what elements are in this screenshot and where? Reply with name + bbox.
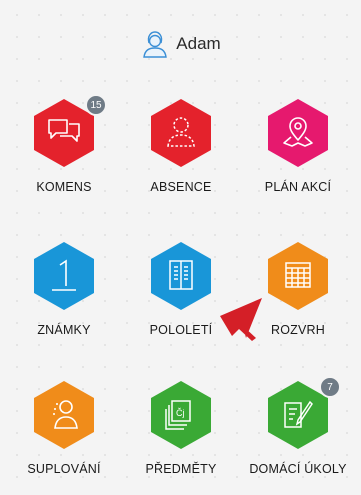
user-header[interactable]: Adam	[0, 26, 361, 62]
tile-hexagon	[266, 98, 330, 168]
tile-znamky[interactable]: ZNÁMKY	[4, 241, 124, 356]
tile-komens[interactable]: 15 KOMENS	[4, 94, 124, 213]
tile-domaci-ukoly[interactable]: 7 DOMÁCÍ ÚKOLY	[238, 376, 358, 495]
timetable-grid-icon	[285, 262, 311, 288]
grade-one-icon	[52, 259, 76, 291]
user-outline-icon	[167, 117, 195, 147]
tile-absence[interactable]: ABSENCE	[121, 98, 241, 213]
subjects-cards-icon: Čj	[165, 400, 191, 430]
tile-hexagon	[149, 98, 213, 168]
tile-plan-akci[interactable]: PLÁN AKCÍ	[238, 98, 358, 213]
homework-pencil-icon	[284, 400, 313, 428]
tile-label: DOMÁCÍ ÚKOLY	[249, 462, 347, 476]
notification-badge: 7	[319, 376, 341, 398]
notification-badge: 15	[85, 94, 107, 116]
tile-label: PLÁN AKCÍ	[264, 180, 332, 194]
svg-text:Čj: Čj	[176, 408, 185, 418]
report-book-icon	[169, 260, 193, 290]
user-name: Adam	[176, 34, 221, 53]
tile-hexagon	[266, 241, 330, 311]
tile-hexagon	[32, 380, 96, 450]
user-avatar-icon	[143, 31, 168, 58]
tile-hexagon	[32, 241, 96, 311]
tile-predmety[interactable]: Čj PŘEDMĚTY	[121, 380, 241, 495]
pointer-arrow-icon	[220, 298, 262, 341]
map-pin-icon	[283, 117, 313, 147]
chat-bubbles-icon	[48, 119, 80, 142]
substitute-person-icon	[53, 400, 78, 429]
tile-suplovani[interactable]: SUPLOVÁNÍ	[4, 380, 124, 495]
tile-hexagon: Čj	[149, 380, 213, 450]
tile-hexagon	[149, 241, 213, 311]
